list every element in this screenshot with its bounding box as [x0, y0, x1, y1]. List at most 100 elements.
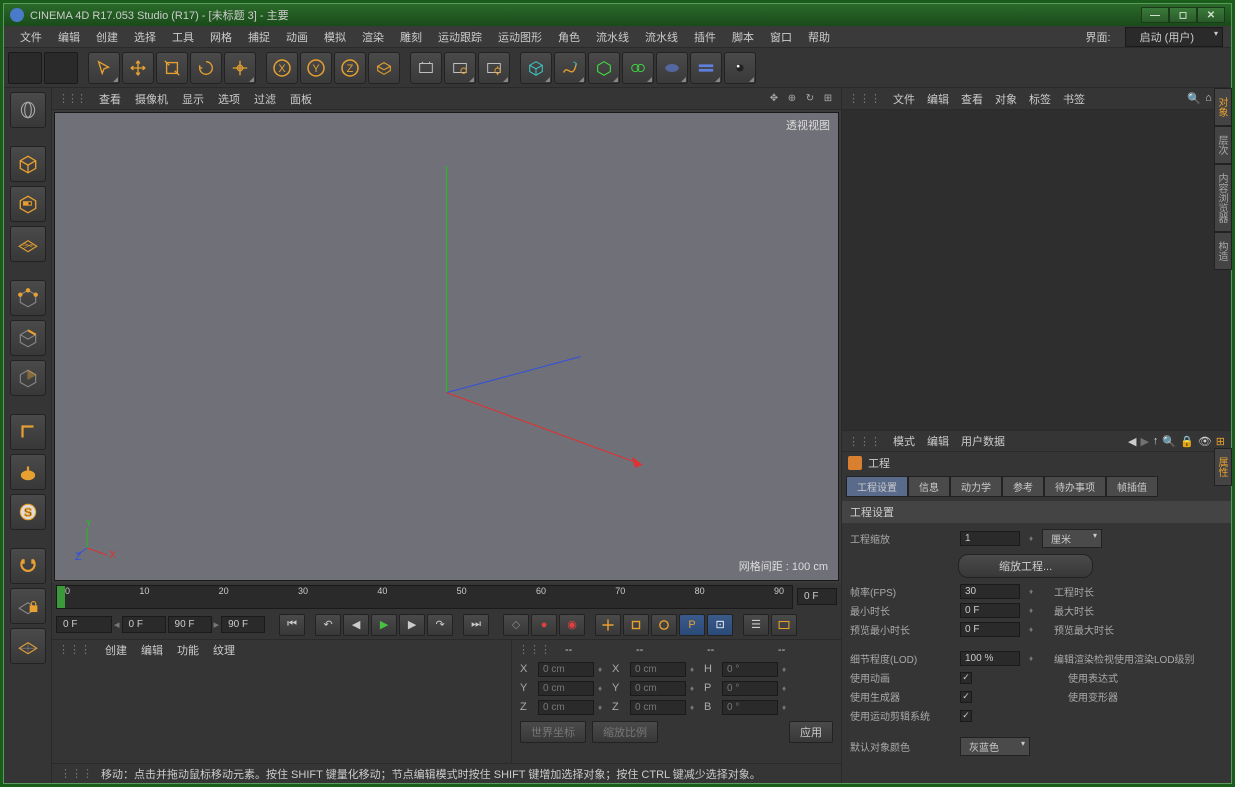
tab-todo[interactable]: 待办事项: [1044, 476, 1106, 497]
size-y[interactable]: 0 cm: [630, 681, 686, 696]
menu-mesh[interactable]: 网格: [202, 29, 240, 45]
use-gen-check[interactable]: ✓: [960, 691, 972, 703]
menu-animate[interactable]: 动画: [278, 29, 316, 45]
key-rot[interactable]: [651, 614, 677, 636]
move-tool[interactable]: [122, 52, 154, 84]
workplane-mode[interactable]: [10, 226, 46, 262]
coord-system[interactable]: [368, 52, 400, 84]
nav-rotate-icon[interactable]: ↻: [803, 92, 817, 106]
make-preview[interactable]: [771, 614, 797, 636]
menu-help[interactable]: 帮助: [800, 29, 838, 45]
viewport[interactable]: 透视视图 Y X Z 网格间距 : 100 cm: [54, 112, 839, 581]
make-editable[interactable]: [10, 92, 46, 128]
object-manager[interactable]: [842, 110, 1231, 430]
goto-end[interactable]: ⏭: [463, 614, 489, 636]
pos-z[interactable]: 0 cm: [538, 700, 594, 715]
render-settings[interactable]: [478, 52, 510, 84]
rotate-tool[interactable]: [190, 52, 222, 84]
autokey[interactable]: ●: [531, 614, 557, 636]
home-icon[interactable]: ⌂: [1205, 92, 1212, 105]
obj-menu-file[interactable]: 文件: [893, 91, 915, 107]
rot-h[interactable]: 0 °: [722, 662, 778, 677]
z-axis-lock[interactable]: Z: [334, 52, 366, 84]
nav-back-icon[interactable]: ◀: [1128, 435, 1136, 448]
model-mode[interactable]: [10, 146, 46, 182]
timeline-options[interactable]: ☰: [743, 614, 769, 636]
enable-axis[interactable]: [10, 414, 46, 450]
eye-icon[interactable]: 👁: [1198, 435, 1212, 448]
menu-tools[interactable]: 工具: [164, 29, 202, 45]
size-z[interactable]: 0 cm: [630, 700, 686, 715]
rot-p[interactable]: 0 °: [722, 681, 778, 696]
undo-well[interactable]: [8, 52, 42, 84]
prev-key[interactable]: ↶: [315, 614, 341, 636]
pos-x[interactable]: 0 cm: [538, 662, 594, 677]
view-menu-options[interactable]: 选项: [218, 91, 240, 107]
nav-layout-icon[interactable]: ⊞: [821, 92, 835, 106]
nav-zoom-icon[interactable]: ⊕: [785, 92, 799, 106]
maximize-button[interactable]: ◻: [1169, 7, 1197, 23]
polygon-mode[interactable]: [10, 360, 46, 396]
nav-up-icon[interactable]: ↑: [1153, 435, 1159, 448]
grip-icon[interactable]: ⋮⋮⋮: [58, 643, 91, 656]
attr-menu-edit[interactable]: 编辑: [927, 433, 949, 449]
nav-move-icon[interactable]: ✥: [767, 92, 781, 106]
attr-menu-mode[interactable]: 模式: [893, 433, 915, 449]
rot-b[interactable]: 0 °: [722, 700, 778, 715]
select-tool[interactable]: [88, 52, 120, 84]
pos-y[interactable]: 0 cm: [538, 681, 594, 696]
expand-icon[interactable]: ⊞: [1216, 435, 1225, 448]
use-anim-check[interactable]: ✓: [960, 672, 972, 684]
grip-icon[interactable]: ⋮⋮⋮: [518, 643, 551, 656]
enable-snap[interactable]: S: [10, 494, 46, 530]
key-pla[interactable]: ⊡: [707, 614, 733, 636]
menu-file[interactable]: 文件: [12, 29, 50, 45]
range-start[interactable]: 0 F: [122, 616, 166, 633]
keyframe-sel[interactable]: ◉: [559, 614, 585, 636]
project-scale-field[interactable]: 1: [960, 531, 1020, 546]
menu-mograph[interactable]: 运动图形: [490, 29, 550, 45]
minimize-button[interactable]: —: [1141, 7, 1169, 23]
locked-workplane[interactable]: [10, 588, 46, 624]
generator[interactable]: [588, 52, 620, 84]
camera[interactable]: [690, 52, 722, 84]
tab-project[interactable]: 工程设置: [846, 476, 908, 497]
view-menu-display[interactable]: 显示: [182, 91, 204, 107]
range-end[interactable]: 90 F: [168, 616, 212, 633]
menu-plugins[interactable]: 插件: [686, 29, 724, 45]
play-button[interactable]: ▶: [371, 614, 397, 636]
preview-min-field[interactable]: 0 F: [960, 622, 1020, 637]
current-frame[interactable]: 0 F: [56, 616, 112, 633]
lod-field[interactable]: 100 %: [960, 651, 1020, 666]
menu-script[interactable]: 脚本: [724, 29, 762, 45]
min-time-field[interactable]: 0 F: [960, 603, 1020, 618]
grip-icon[interactable]: ⋮⋮⋮: [58, 92, 85, 105]
menu-edit[interactable]: 编辑: [50, 29, 88, 45]
light[interactable]: [724, 52, 756, 84]
record-key[interactable]: ◇: [503, 614, 529, 636]
goto-start[interactable]: ⏮: [279, 614, 305, 636]
close-button[interactable]: ✕: [1197, 7, 1225, 23]
apply-button[interactable]: 应用: [789, 721, 833, 743]
side-tab-struct[interactable]: 构造: [1214, 232, 1232, 270]
time-ruler[interactable]: 0 10 20 30 40 50 60 70 80 90: [56, 585, 793, 609]
y-axis-lock[interactable]: Y: [300, 52, 332, 84]
environment[interactable]: [656, 52, 688, 84]
planar-workplane[interactable]: [10, 628, 46, 664]
obj-menu-bookmarks[interactable]: 书签: [1063, 91, 1085, 107]
obj-menu-edit[interactable]: 编辑: [927, 91, 949, 107]
point-mode[interactable]: [10, 280, 46, 316]
view-menu-panel[interactable]: 面板: [290, 91, 312, 107]
render-region[interactable]: [444, 52, 476, 84]
menu-sculpt[interactable]: 雕刻: [392, 29, 430, 45]
viewport-solo[interactable]: [10, 454, 46, 490]
scale-tool[interactable]: [156, 52, 188, 84]
prev-frame[interactable]: ◀: [343, 614, 369, 636]
recent-tool[interactable]: [224, 52, 256, 84]
mat-menu-func[interactable]: 功能: [177, 642, 199, 658]
obj-menu-tags[interactable]: 标签: [1029, 91, 1051, 107]
search-icon[interactable]: 🔍: [1187, 92, 1201, 105]
redo-well[interactable]: [44, 52, 78, 84]
mat-menu-edit[interactable]: 编辑: [141, 642, 163, 658]
deformer[interactable]: [622, 52, 654, 84]
